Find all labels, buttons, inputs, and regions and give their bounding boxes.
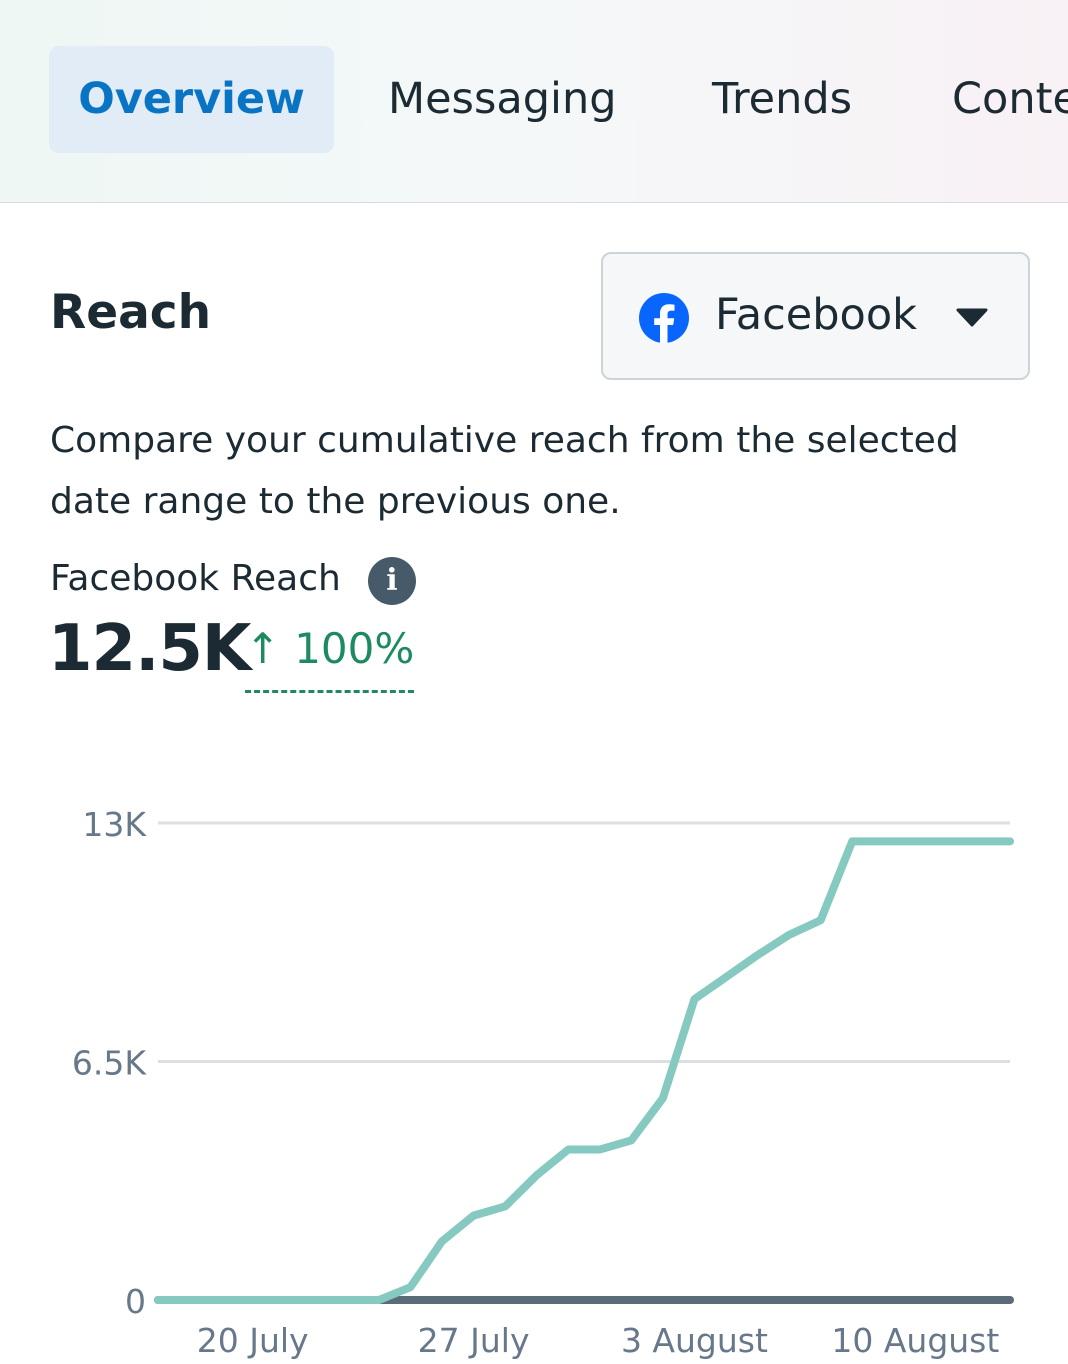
- y-tick-label: 0: [125, 1282, 146, 1321]
- y-tick-label: 6.5K: [72, 1044, 147, 1083]
- x-tick-label: 20 July: [197, 1321, 309, 1360]
- facebook-icon: [639, 293, 689, 343]
- tab-messaging[interactable]: Messaging: [388, 46, 617, 153]
- y-tick-label: 13K: [82, 805, 147, 844]
- tab-overview[interactable]: Overview: [49, 46, 334, 153]
- platform-select-label: Facebook: [715, 290, 918, 340]
- metric-label: Facebook Reach: [50, 558, 341, 599]
- info-icon[interactable]: i: [368, 557, 416, 605]
- arrow-up-icon: ↑: [245, 624, 281, 673]
- x-tick-label: 3 August: [621, 1321, 768, 1360]
- platform-select[interactable]: Facebook: [601, 252, 1030, 380]
- caret-down-icon: [956, 308, 988, 327]
- reach-chart: 0 6.5K 13K 20 July 27 July 3 August 10 August: [72, 805, 1014, 1360]
- x-tick-label: 27 July: [418, 1321, 530, 1360]
- x-tick-label: 10 August: [831, 1321, 999, 1360]
- metric-change[interactable]: ↑ 100%: [245, 624, 415, 693]
- metric-value: 12.5K: [48, 612, 251, 686]
- tab-trends[interactable]: Trends: [712, 46, 852, 153]
- metric-change-value: 100%: [294, 624, 415, 673]
- series-line-current: [154, 837, 1014, 1304]
- section-title: Reach: [50, 285, 212, 340]
- tab-content[interactable]: Content: [952, 46, 1068, 153]
- section-description: Compare your cumulative reach from the s…: [50, 420, 959, 522]
- tab-bar: Overview Messaging Trends Content: [0, 0, 1068, 203]
